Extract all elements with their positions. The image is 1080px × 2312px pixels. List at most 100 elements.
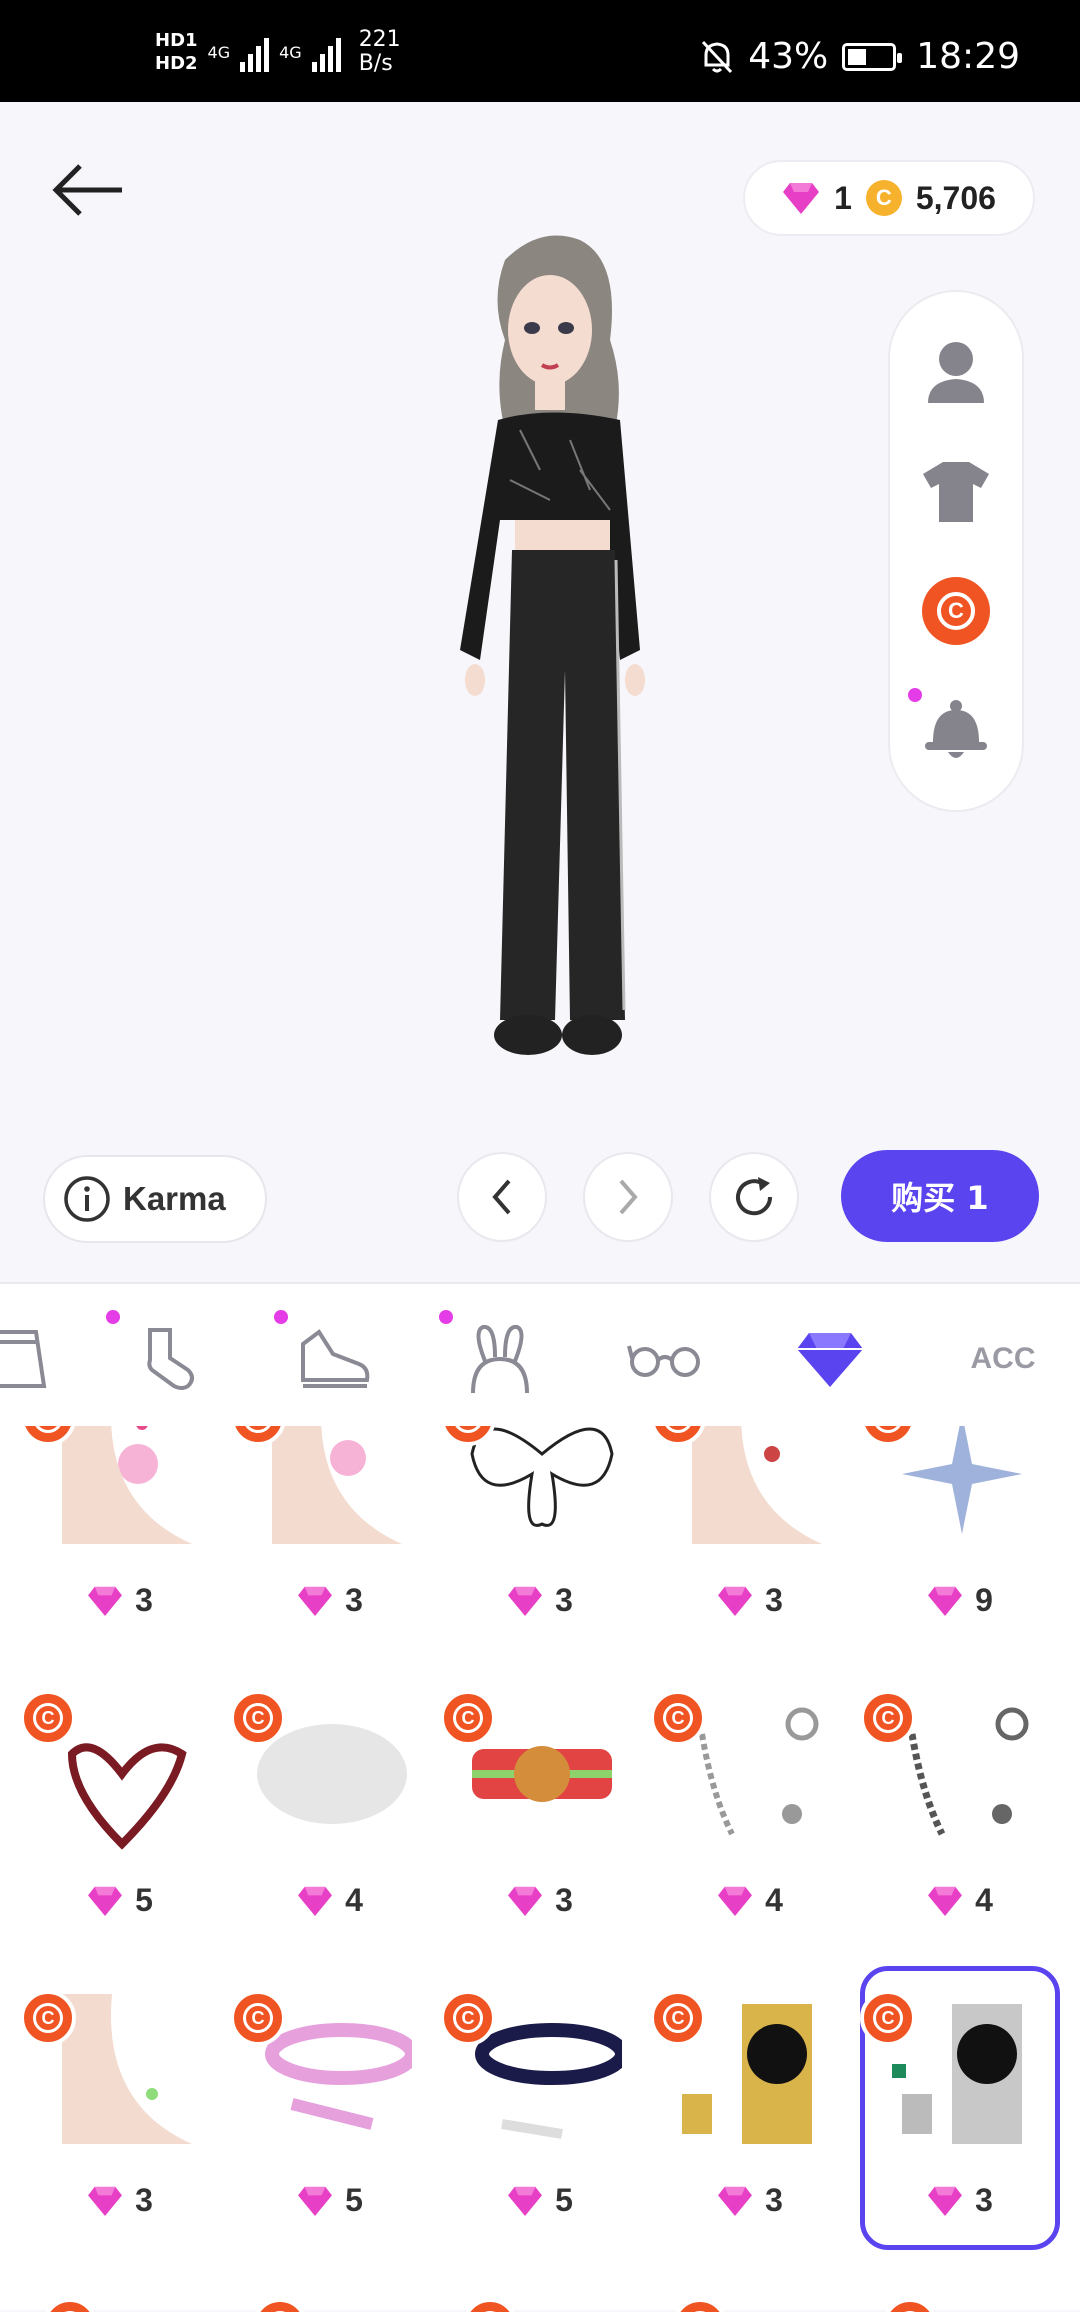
notification-dot [908, 688, 922, 703]
tab-jewelry[interactable] [785, 1314, 875, 1404]
currency-balance[interactable]: 1 C 5,706 [743, 160, 1035, 236]
creator-badge-icon: C [860, 1690, 916, 1746]
item-price: 3 [652, 1582, 848, 1619]
tab-acc[interactable]: ACC [953, 1314, 1053, 1404]
gem-icon [298, 1886, 333, 1916]
creator-badge-icon: C [20, 1990, 76, 2046]
item-card[interactable]: C9 [860, 1426, 1058, 1674]
item-card[interactable]: C4 [860, 1690, 1058, 1974]
item-card[interactable]: C3 [20, 1990, 218, 2274]
sidebar-item-outfit[interactable] [916, 451, 996, 531]
signal-icon [240, 32, 270, 72]
creator-badge-icon: C [650, 1690, 706, 1746]
item-price: 5 [232, 2182, 428, 2219]
preview-sidebar: C [888, 290, 1024, 812]
network-indicators: HD1 HD2 4G 4G 221 B/s [155, 28, 401, 76]
tab-skirt[interactable] [0, 1314, 60, 1404]
price-value: 3 [555, 1882, 573, 1918]
clock: 18:29 [916, 36, 1020, 77]
price-value: 3 [135, 2182, 153, 2218]
item-thumbnail [882, 1426, 1042, 1554]
battery-percent: 43% [748, 36, 829, 77]
sidebar-item-notifications[interactable] [908, 688, 996, 770]
gem-icon [298, 1586, 333, 1616]
sidebar-item-avatar[interactable] [916, 332, 996, 412]
item-card[interactable]: C5 [440, 1990, 638, 2274]
next-button[interactable] [583, 1152, 673, 1242]
gem-icon [928, 1886, 963, 1916]
price-value: 9 [975, 1582, 993, 1618]
price-value: 5 [345, 2182, 363, 2218]
gem-icon [298, 2186, 333, 2216]
price-value: 5 [135, 1882, 153, 1918]
gem-icon [928, 1586, 963, 1616]
refresh-icon [736, 1177, 773, 1216]
coin-icon: C [865, 180, 902, 216]
net1-label: 4G [207, 42, 231, 62]
gem-icon [88, 1586, 123, 1616]
gem-icon [718, 2186, 753, 2216]
item-price: 3 [652, 2182, 848, 2219]
item-card[interactable]: C5 [20, 1690, 218, 1974]
net2-label: 4G [279, 42, 302, 62]
price-value: 5 [555, 2182, 573, 2218]
creator-badge-icon: C [20, 1690, 76, 1746]
price-value: 4 [345, 1882, 363, 1918]
tab-socks[interactable] [106, 1310, 212, 1404]
item-card[interactable]: C3 [230, 1426, 428, 1674]
item-card[interactable]: C3 [440, 1690, 638, 1974]
back-button[interactable] [50, 160, 130, 220]
karma-label: Karma [123, 1180, 226, 1217]
item-card[interactable]: C3 [440, 1426, 638, 1674]
creator-badge-icon: C [860, 1990, 916, 2046]
reset-button[interactable] [709, 1152, 799, 1242]
price-value: 4 [975, 1882, 993, 1918]
bell-icon [925, 700, 987, 759]
item-card[interactable]: C4 [230, 1690, 428, 1974]
sidebar-item-creator[interactable]: C [916, 571, 996, 651]
creator-c-icon: C [922, 576, 990, 645]
gem-icon [718, 1586, 753, 1616]
gem-icon [508, 1586, 543, 1616]
skirt-icon [0, 1330, 47, 1388]
tab-glasses[interactable] [620, 1314, 710, 1404]
item-price: 9 [862, 1582, 1058, 1619]
item-thumbnail [42, 1426, 202, 1554]
tab-shoes[interactable] [274, 1310, 380, 1404]
item-price: 3 [442, 1882, 638, 1919]
buy-button[interactable]: 购买 1 [841, 1150, 1039, 1242]
signal-icon [311, 32, 341, 72]
hd2-label: HD2 [155, 53, 198, 74]
item-price: 5 [22, 1882, 218, 1919]
karma-button[interactable]: Karma [43, 1155, 267, 1243]
item-price: 5 [442, 2182, 638, 2219]
price-value: 3 [555, 1582, 573, 1618]
new-dot [274, 1310, 288, 1324]
item-card[interactable]: C3 [650, 1990, 848, 2274]
item-price: 4 [652, 1882, 848, 1919]
item-card[interactable]: C3 [650, 1426, 848, 1674]
item-card[interactable]: C3 [20, 1426, 218, 1674]
prev-button[interactable] [457, 1152, 547, 1242]
item-thumbnail [462, 1426, 622, 1554]
creator-badge-icon: C [230, 1990, 286, 2046]
status-bar: HD1 HD2 4G 4G 221 B/s 43% 18:29 [0, 0, 1080, 102]
sock-icon [147, 1328, 194, 1390]
coin-count: 5,706 [915, 179, 996, 216]
arrow-left-icon [52, 164, 122, 216]
item-card[interactable]: C4 [650, 1690, 848, 1974]
price-value: 4 [765, 1882, 783, 1918]
tab-headwear[interactable] [439, 1310, 545, 1404]
item-price: 3 [232, 1582, 428, 1619]
gem-icon [508, 2186, 543, 2216]
item-card[interactable]: C5 [230, 1990, 428, 2274]
item-price: 4 [862, 1882, 1058, 1919]
creator-badge-icon: C [230, 1690, 286, 1746]
item-thumbnail [252, 1426, 412, 1554]
creator-badge-icon: C [440, 1990, 496, 2046]
item-price: 4 [232, 1882, 428, 1919]
gem-icon [88, 1886, 123, 1916]
bell-off-icon [702, 40, 733, 73]
info-icon [64, 1176, 110, 1222]
status-right: 43% 18:29 [700, 36, 1020, 77]
